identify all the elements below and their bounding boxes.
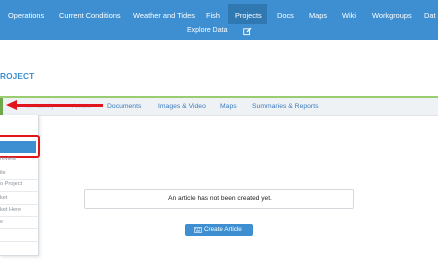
create-article-label: Create Article (204, 226, 242, 233)
dropdown-item[interactable]: ket Here (0, 207, 38, 213)
dropdown-menu: review ile o Project ket ket Here e (0, 115, 40, 256)
dropdown-divider (0, 241, 38, 242)
dropdown-divider (0, 204, 38, 205)
keyboard-icon (194, 227, 202, 233)
explore-data-link[interactable]: Explore Data (187, 27, 227, 34)
page-title: ROJECT (0, 71, 35, 81)
nav-item-docs[interactable]: Docs (277, 9, 294, 22)
nav-item-current-conditions[interactable]: Current Conditions (59, 9, 121, 22)
nav-item-data[interactable]: Dat (424, 9, 436, 22)
dropdown-item[interactable]: ile (0, 170, 38, 176)
annotation-arrow-head (6, 100, 17, 110)
nav-item-weather-and-tides[interactable]: Weather and Tides (133, 9, 195, 22)
nav-item-operations[interactable]: Operations (8, 9, 44, 22)
dropdown-item[interactable]: ket (0, 195, 38, 201)
empty-state-message: An article has not been created yet. (168, 195, 272, 202)
annotation-highlight-box (0, 135, 40, 158)
nav-item-workgroups[interactable]: Workgroups (372, 9, 412, 22)
tab-maps[interactable]: Maps (220, 103, 237, 110)
nav-item-wiki[interactable]: Wiki (342, 9, 356, 22)
dropdown-divider (0, 216, 38, 217)
tab-documents[interactable]: Documents (107, 103, 141, 110)
dropdown-item[interactable]: o Project (0, 181, 38, 187)
dropdown-divider (0, 228, 38, 229)
nav-item-projects[interactable]: Projects (235, 9, 262, 22)
empty-state-panel: An article has not been created yet. (84, 189, 354, 209)
annotation-arrow-line (16, 104, 103, 107)
dropdown-divider (0, 179, 38, 180)
top-navigation-bar: Operations Current Conditions Weather an… (0, 0, 438, 40)
nav-item-fish[interactable]: Fish (206, 9, 220, 22)
tab-active-marker (0, 98, 3, 116)
create-article-button[interactable]: Create Article (185, 224, 253, 236)
dropdown-item[interactable]: review (0, 156, 38, 162)
dropdown-divider (0, 191, 38, 192)
tab-images-video[interactable]: Images & Video (158, 103, 206, 110)
nav-item-maps[interactable]: Maps (309, 9, 327, 22)
tab-summaries-reports[interactable]: Summaries & Reports (252, 103, 318, 110)
edit-icon[interactable] (243, 27, 252, 36)
dropdown-item[interactable]: e (0, 219, 38, 225)
